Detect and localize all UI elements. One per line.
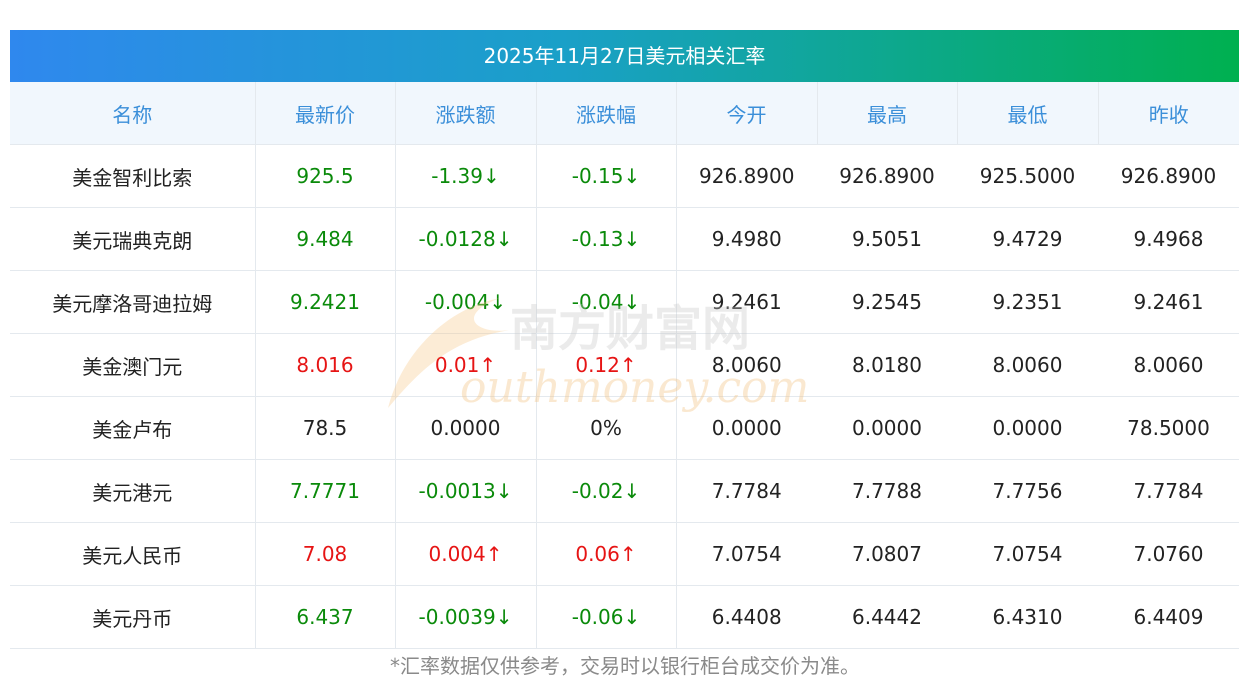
table-row: 美金智利比索 925.5 -1.39↓ -0.15↓ 926.8900 926.8900 9…	[10, 144, 1239, 208]
cell-prev-close: 8.0060	[1098, 333, 1239, 397]
cell-change: -0.0039↓	[395, 585, 537, 649]
cell-open: 7.7784	[676, 459, 817, 523]
cell-change: 0.01↑	[395, 333, 537, 397]
cell-low: 7.0754	[957, 522, 1098, 586]
cell-latest: 925.5	[255, 144, 396, 208]
cell-prev-close: 9.4968	[1098, 207, 1239, 271]
cell-open: 6.4408	[676, 585, 817, 649]
cell-change-pct: -0.15↓	[536, 144, 677, 208]
table-title: 2025年11月27日美元相关汇率	[10, 30, 1239, 82]
cell-open: 9.2461	[676, 270, 817, 334]
table-row: 美元人民币 7.08 0.004↑ 0.06↑ 7.0754 7.0807 7.0754 7.…	[10, 522, 1239, 586]
table-row: 美元瑞典克朗 9.484 -0.0128↓ -0.13↓ 9.4980 9.5051 9.4…	[10, 207, 1239, 271]
cell-prev-close: 78.5000	[1098, 396, 1239, 460]
cell-prev-close: 9.2461	[1098, 270, 1239, 334]
cell-change: -0.0128↓	[395, 207, 537, 271]
cell-high: 9.5051	[817, 207, 957, 271]
cell-name: 美元港元	[10, 459, 256, 523]
table-row: 美元港元 7.7771 -0.0013↓ -0.02↓ 7.7784 7.7788 7.77…	[10, 459, 1239, 523]
cell-open: 8.0060	[676, 333, 817, 397]
header-high: 最高	[817, 82, 958, 145]
cell-change-pct: -0.13↓	[536, 207, 677, 271]
cell-high: 7.0807	[817, 522, 957, 586]
cell-name: 美金智利比索	[10, 144, 256, 208]
cell-change: -0.0013↓	[395, 459, 537, 523]
cell-high: 9.2545	[817, 270, 957, 334]
cell-name: 美金澳门元	[10, 333, 256, 397]
header-latest: 最新价	[255, 82, 396, 145]
header-name: 名称	[10, 82, 256, 145]
cell-high: 926.8900	[817, 144, 957, 208]
footnote: *汇率数据仅供参考，交易时以银行柜台成交价为准。	[390, 654, 860, 678]
cell-high: 0.0000	[817, 396, 957, 460]
cell-low: 0.0000	[957, 396, 1098, 460]
cell-change: -1.39↓	[395, 144, 537, 208]
cell-high: 6.4442	[817, 585, 957, 649]
cell-low: 9.4729	[957, 207, 1098, 271]
cell-open: 9.4980	[676, 207, 817, 271]
cell-change: 0.0000	[395, 396, 537, 460]
rate-table-container: 2025年11月27日美元相关汇率 名称 最新价 涨跌额 涨跌幅 今开 最高 最…	[10, 30, 1239, 649]
cell-open: 926.8900	[676, 144, 817, 208]
cell-name: 美元瑞典克朗	[10, 207, 256, 271]
cell-change: -0.004↓	[395, 270, 537, 334]
cell-prev-close: 7.0760	[1098, 522, 1239, 586]
cell-change-pct: -0.04↓	[536, 270, 677, 334]
cell-latest: 7.7771	[255, 459, 396, 523]
cell-latest: 9.2421	[255, 270, 396, 334]
cell-latest: 8.016	[255, 333, 396, 397]
cell-change-pct: 0.12↑	[536, 333, 677, 397]
table-header-row: 名称 最新价 涨跌额 涨跌幅 今开 最高 最低 昨收	[10, 82, 1239, 145]
cell-change-pct: 0.06↑	[536, 522, 677, 586]
header-low: 最低	[957, 82, 1099, 145]
table-row: 美元摩洛哥迪拉姆 9.2421 -0.004↓ -0.04↓ 9.2461 9.2545 9…	[10, 270, 1239, 334]
cell-open: 0.0000	[676, 396, 817, 460]
cell-low: 925.5000	[957, 144, 1098, 208]
cell-latest: 7.08	[255, 522, 396, 586]
cell-latest: 9.484	[255, 207, 396, 271]
cell-change-pct: -0.02↓	[536, 459, 677, 523]
cell-change-pct: -0.06↓	[536, 585, 677, 649]
cell-change: 0.004↑	[395, 522, 537, 586]
cell-name: 美元人民币	[10, 522, 256, 586]
table-row: 美金澳门元 8.016 0.01↑ 0.12↑ 8.0060 8.0180 8.0060 8.…	[10, 333, 1239, 397]
cell-change-pct: 0%	[536, 396, 677, 460]
cell-name: 美金卢布	[10, 396, 256, 460]
cell-latest: 78.5	[255, 396, 396, 460]
cell-prev-close: 6.4409	[1098, 585, 1239, 649]
cell-low: 6.4310	[957, 585, 1098, 649]
cell-latest: 6.437	[255, 585, 396, 649]
exchange-rate-table: 名称 最新价 涨跌额 涨跌幅 今开 最高 最低 昨收 美金智利比索 925.5 -1…	[10, 82, 1239, 649]
cell-high: 7.7788	[817, 459, 957, 523]
cell-prev-close: 7.7784	[1098, 459, 1239, 523]
cell-low: 8.0060	[957, 333, 1098, 397]
header-change: 涨跌额	[395, 82, 537, 145]
cell-low: 9.2351	[957, 270, 1098, 334]
cell-low: 7.7756	[957, 459, 1098, 523]
header-open: 今开	[676, 82, 818, 145]
table-row: 美金卢布 78.5 0.0000 0% 0.0000 0.0000 0.0000 78.500…	[10, 396, 1239, 460]
table-row: 美元丹币 6.437 -0.0039↓ -0.06↓ 6.4408 6.4442 6.431…	[10, 585, 1239, 649]
cell-open: 7.0754	[676, 522, 817, 586]
cell-name: 美元摩洛哥迪拉姆	[10, 270, 256, 334]
header-change-pct: 涨跌幅	[536, 82, 677, 145]
header-prev-close: 昨收	[1098, 82, 1239, 145]
cell-high: 8.0180	[817, 333, 957, 397]
cell-name: 美元丹币	[10, 585, 256, 649]
cell-prev-close: 926.8900	[1098, 144, 1239, 208]
